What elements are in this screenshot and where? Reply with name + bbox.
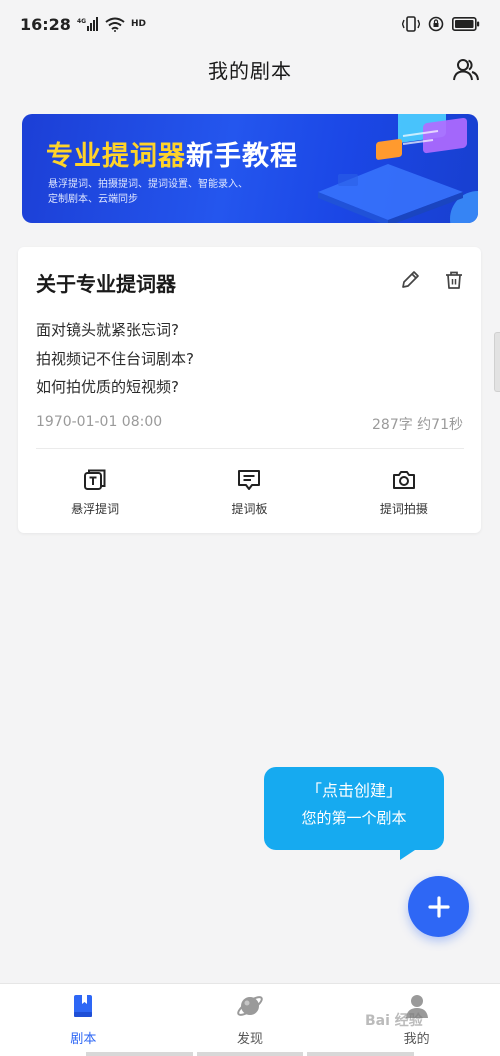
- tab-discover[interactable]: 发现: [167, 984, 334, 1056]
- script-title: 关于专业提词器: [36, 272, 176, 296]
- battery-icon: [452, 17, 480, 31]
- status-bar: 16:28 4G HD: [0, 0, 500, 48]
- network-label: 4G: [77, 18, 86, 25]
- prompter-board-icon: [238, 470, 261, 490]
- banner-subtitle-line1: 悬浮提词、拍摄提词、提词设置、智能录入、: [48, 179, 248, 190]
- script-icon: [74, 995, 93, 1017]
- prompter-board-label: 提词板: [231, 502, 268, 516]
- script-preview: 面对镜头就紧张忘词? 拍视频记不住台词剧本? 如何拍优质的短视频?: [36, 316, 194, 402]
- edit-icon[interactable]: [399, 269, 421, 291]
- tab-scripts-label: 剧本: [70, 1032, 97, 1047]
- planet-icon: [237, 996, 263, 1016]
- add-script-button[interactable]: [408, 876, 469, 937]
- prompter-camera-label: 提词拍摄: [379, 502, 428, 516]
- script-actions: 悬浮提词 提词板 提词拍摄: [18, 467, 481, 517]
- watermark: Bai 经验: [365, 1013, 423, 1029]
- script-word-count: 287字 约71秒: [372, 417, 463, 433]
- rotation-lock-icon: [428, 16, 444, 32]
- banner-title-highlight: 专业提词器: [46, 141, 186, 172]
- tab-scripts[interactable]: 剧本: [0, 984, 167, 1056]
- gesture-bar: [0, 1052, 500, 1056]
- bottom-tab-bar: 剧本 发现 我的: [0, 983, 500, 1056]
- wifi-icon: [105, 17, 125, 32]
- script-card[interactable]: 关于专业提词器 面对镜头就紧张忘词? 拍视频记不住台词剧本? 如何拍优质的短视频…: [18, 247, 481, 533]
- status-time: 16:28: [20, 14, 71, 34]
- page-title: 我的剧本: [208, 58, 292, 83]
- hd-badge: HD: [130, 19, 146, 29]
- floating-prompter-label: 悬浮提词: [71, 502, 120, 516]
- prompter-camera-button[interactable]: 提词拍摄: [327, 467, 481, 517]
- profile-icon[interactable]: [452, 56, 480, 84]
- tooltip-line2: 您的第一个剧本: [301, 809, 407, 827]
- banner-illustration: [318, 114, 478, 223]
- tooltip-line1: 「点击创建」: [305, 781, 402, 800]
- banner-subtitle: 悬浮提词、拍摄提词、提词设置、智能录入、 定制剧本、云端同步: [48, 177, 248, 207]
- plus-icon: [427, 895, 450, 918]
- prompter-board-button[interactable]: 提词板: [172, 467, 326, 517]
- banner-subtitle-line2: 定制剧本、云端同步: [48, 194, 138, 205]
- script-line: 拍视频记不住台词剧本?: [36, 349, 194, 368]
- vibrate-icon: [402, 16, 420, 32]
- card-divider: [36, 448, 464, 449]
- floating-prompter-button[interactable]: 悬浮提词: [18, 467, 172, 517]
- camera-icon: [392, 471, 415, 489]
- app-bar: 我的剧本: [0, 48, 500, 90]
- tutorial-banner[interactable]: 专业提词器新手教程 悬浮提词、拍摄提词、提词设置、智能录入、 定制剧本、云端同步: [22, 114, 478, 223]
- delete-icon[interactable]: [443, 269, 465, 291]
- side-edge-handle[interactable]: [494, 332, 500, 392]
- floating-prompter-icon: [84, 469, 106, 490]
- script-date: 1970-01-01 08:00: [36, 414, 163, 430]
- create-tooltip: 「点击创建」 您的第一个剧本: [264, 767, 444, 850]
- tab-discover-label: 发现: [237, 1032, 264, 1047]
- script-line: 如何拍优质的短视频?: [36, 378, 179, 396]
- script-line: 面对镜头就紧张忘词?: [36, 321, 179, 339]
- signal-icon: 4G: [77, 17, 99, 31]
- tab-mine-label: 我的: [403, 1032, 430, 1047]
- tooltip-tail: [400, 848, 418, 860]
- banner-title: 专业提词器新手教程: [46, 134, 298, 173]
